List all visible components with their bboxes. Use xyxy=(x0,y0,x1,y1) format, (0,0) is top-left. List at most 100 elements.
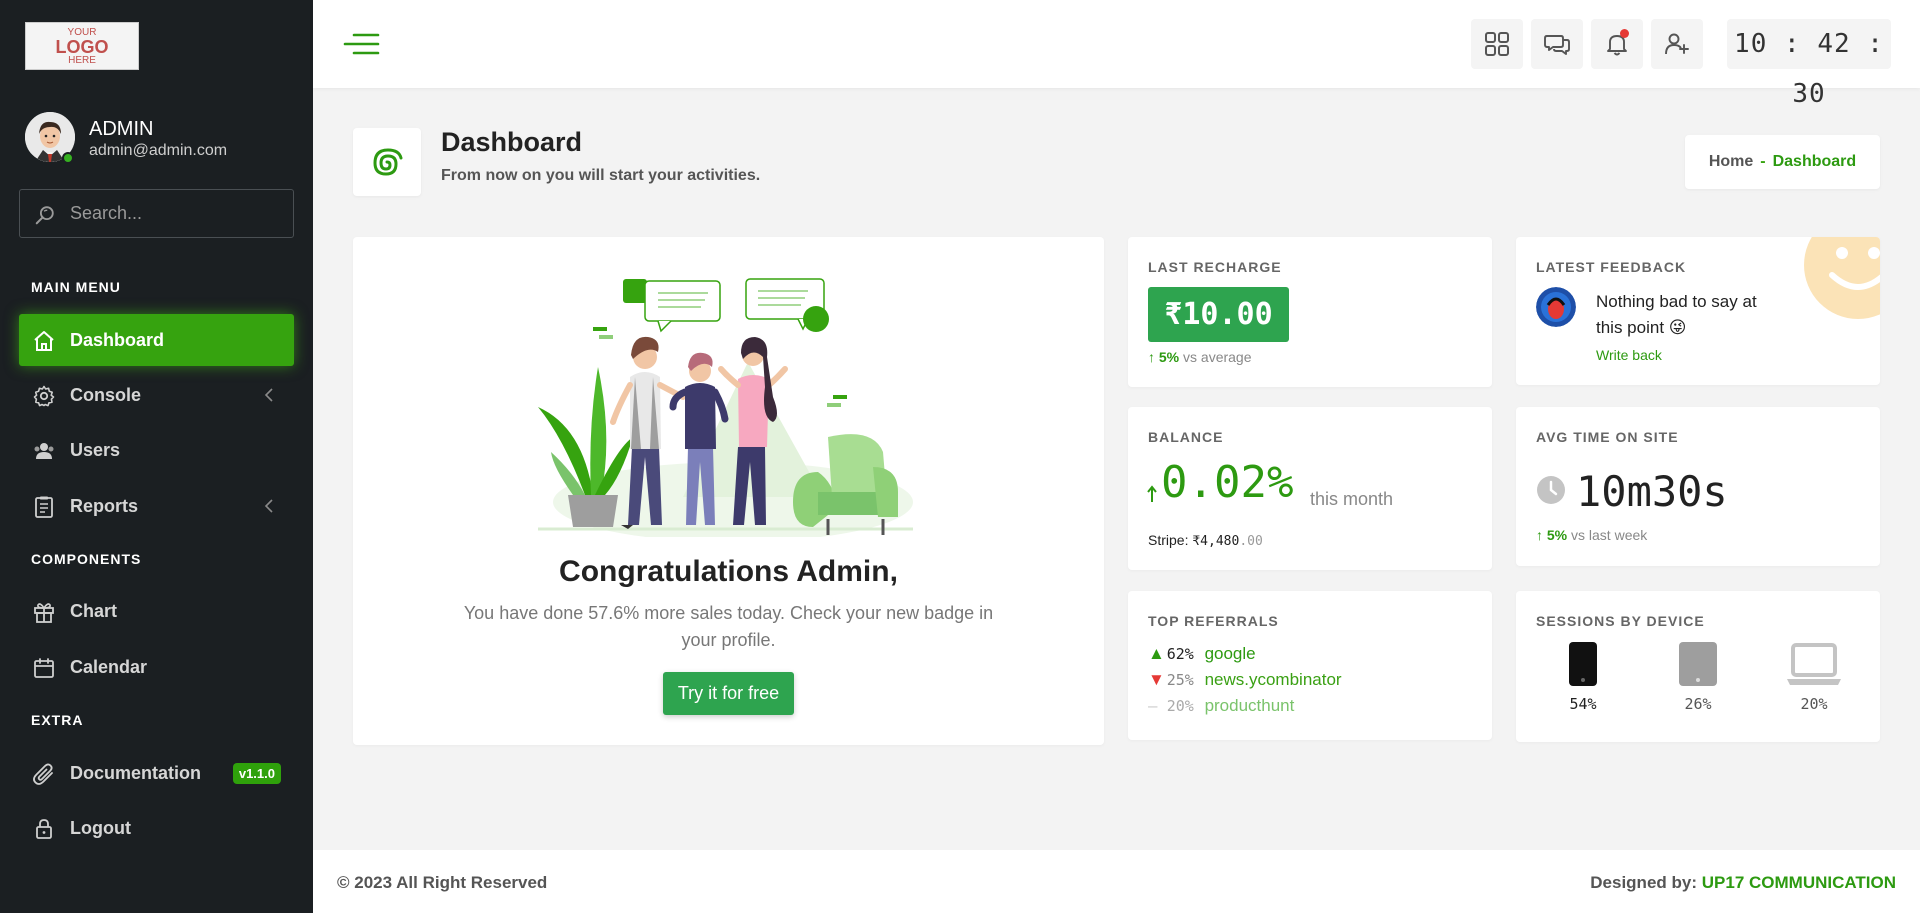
logo[interactable]: YOUR LOGO HERE xyxy=(25,22,139,70)
recharge-delta: ↑ 5% vs average xyxy=(1148,349,1252,365)
spiral-icon xyxy=(373,148,403,176)
sidebar-item-logout[interactable]: Logout xyxy=(19,802,294,854)
footer: © 2023 All Right Reserved Designed by: U… xyxy=(313,850,1920,913)
avg-delta-percent: 5% xyxy=(1546,527,1568,543)
smiley-icon xyxy=(1804,237,1880,319)
avg-time-card: AVG TIME ON SITE 10m30s ↑ 5% vs last wee… xyxy=(1516,407,1880,566)
sidebar-item-label: Chart xyxy=(70,601,118,621)
menu-section-extra: EXTRA xyxy=(31,712,84,728)
last-recharge-card: LAST RECHARGE ₹10.00 ↑ 5% vs average xyxy=(1128,237,1492,387)
device-tablet: 26% xyxy=(1658,641,1738,713)
stripe-cents: .00 xyxy=(1239,534,1263,549)
sidebar-item-chart[interactable]: Chart xyxy=(19,585,294,637)
device-percent: 26% xyxy=(1684,695,1712,713)
avg-time-value: 10m30s xyxy=(1576,467,1728,516)
sidebar-item-console[interactable]: Console xyxy=(19,369,294,421)
dash-icon: – xyxy=(1148,696,1158,715)
logo-line-3: HERE xyxy=(68,55,96,66)
profile-name: ADMIN xyxy=(89,118,154,140)
stripe-label: Stripe: xyxy=(1148,532,1189,548)
balance-card: BALANCE 0.02% this month Stripe: ₹4,480.… xyxy=(1128,407,1492,570)
designed-by: Designed by: UP17 COMMUNICATION xyxy=(1590,873,1896,893)
card-title: AVG TIME ON SITE xyxy=(1536,429,1679,445)
designer-brand-link[interactable]: UP17 COMMUNICATION xyxy=(1702,873,1896,892)
arrow-up-icon: ↑ xyxy=(1148,349,1155,365)
referral-percent: 20% xyxy=(1166,697,1194,715)
users-icon xyxy=(34,443,54,459)
triangle-up-icon: ▲ xyxy=(1148,644,1165,663)
device-percent: 54% xyxy=(1569,695,1597,713)
sidebar-item-documentation[interactable]: Documentation v1.1.0 xyxy=(19,747,294,799)
apps-button[interactable] xyxy=(1471,19,1523,69)
messages-button[interactable] xyxy=(1531,19,1583,69)
referral-name: producthunt xyxy=(1204,696,1295,715)
sidebar-item-users[interactable]: Users xyxy=(19,424,294,476)
sidebar-item-label: Reports xyxy=(70,496,139,516)
balance-period: this month xyxy=(1310,489,1394,509)
referral-percent: 25% xyxy=(1166,671,1194,689)
report-icon xyxy=(35,496,53,518)
logo-line-2: LOGO xyxy=(55,37,109,57)
online-status-indicator xyxy=(62,152,74,164)
sidebar: YOUR LOGO HERE ADMIN admin@admin.com Sea… xyxy=(0,0,313,913)
congrats-text: You have done 57.6% more sales today. Ch… xyxy=(463,603,994,650)
sidebar-item-calendar[interactable]: Calendar xyxy=(19,641,294,693)
breadcrumb-current: Dashboard xyxy=(1772,153,1857,170)
congrats-card: Congratulations Admin, You have done 57.… xyxy=(353,237,1104,745)
device-laptop: 20% xyxy=(1774,641,1854,713)
profile-email: admin@admin.com xyxy=(89,142,228,159)
add-user-button[interactable] xyxy=(1651,19,1703,69)
triangle-down-icon: ▼ xyxy=(1148,670,1165,689)
search-input[interactable] xyxy=(70,190,285,237)
referral-name: news.ycombinator xyxy=(1204,670,1342,689)
referral-row[interactable]: ▼ 25% news.ycombinator xyxy=(1148,670,1342,690)
sidebar-item-label: Console xyxy=(70,385,142,405)
page-icon-box xyxy=(353,128,421,196)
add-user-icon xyxy=(1665,33,1689,55)
user-profile[interactable]: ADMIN admin@admin.com xyxy=(25,112,305,164)
card-title: BALANCE xyxy=(1148,429,1224,445)
sidebar-item-reports[interactable]: Reports xyxy=(19,480,294,532)
card-title: LATEST FEEDBACK xyxy=(1536,259,1687,275)
referral-row[interactable]: ▲ 62% google xyxy=(1148,644,1256,664)
sidebar-item-label: Logout xyxy=(70,818,131,838)
avg-delta-label: vs last week xyxy=(1571,527,1648,543)
latest-feedback-card: LATEST FEEDBACK Nothing bad to say at th… xyxy=(1516,237,1880,385)
search-icon xyxy=(35,206,54,225)
search-box xyxy=(19,189,294,238)
phone-icon xyxy=(1569,642,1597,686)
recharge-value: ₹10.00 xyxy=(1148,287,1289,342)
try-it-for-free-button[interactable]: Try it for free xyxy=(663,672,794,715)
referral-row[interactable]: – 20% producthunt xyxy=(1148,696,1294,716)
balance-value: 0.02% xyxy=(1161,457,1294,508)
chevron-left-icon xyxy=(264,388,273,402)
breadcrumb-separator: - xyxy=(1760,153,1766,170)
breadcrumb: Home - Dashboard xyxy=(1685,135,1880,189)
top-referrals-card: TOP REFERRALS ▲ 62% google ▼ 25% news.yc… xyxy=(1128,591,1492,740)
tablet-icon xyxy=(1679,642,1717,686)
sidebar-item-dashboard[interactable]: Dashboard xyxy=(19,314,294,366)
card-title: SESSIONS BY DEVICE xyxy=(1536,613,1705,629)
feedback-message: Nothing bad to say at this point 😜 xyxy=(1596,292,1757,337)
hamburger-menu-icon[interactable] xyxy=(342,30,380,58)
referral-name: google xyxy=(1204,644,1256,663)
card-title: LAST RECHARGE xyxy=(1148,259,1282,275)
gear-icon xyxy=(33,385,55,407)
sidebar-item-label: Documentation xyxy=(70,763,202,783)
device-percent: 20% xyxy=(1800,695,1828,713)
page-title: Dashboard xyxy=(441,127,583,157)
breadcrumb-home-link[interactable]: Home xyxy=(1709,153,1753,170)
home-icon xyxy=(34,331,54,351)
avg-time-delta: ↑ 5% vs last week xyxy=(1536,527,1647,543)
notifications-button[interactable] xyxy=(1591,19,1643,69)
laptop-icon xyxy=(1787,643,1841,685)
arrow-up-icon: ↑ xyxy=(1536,527,1543,543)
calendar-icon xyxy=(34,658,54,678)
recharge-delta-percent: 5% xyxy=(1158,349,1180,365)
sidebar-item-label: Users xyxy=(70,440,121,460)
notification-badge xyxy=(1620,29,1629,38)
stripe-amount: ₹4,480 xyxy=(1192,534,1240,549)
paperclip-icon xyxy=(33,763,53,785)
grid-icon xyxy=(1485,32,1509,56)
write-back-link[interactable]: Write back xyxy=(1596,347,1662,363)
